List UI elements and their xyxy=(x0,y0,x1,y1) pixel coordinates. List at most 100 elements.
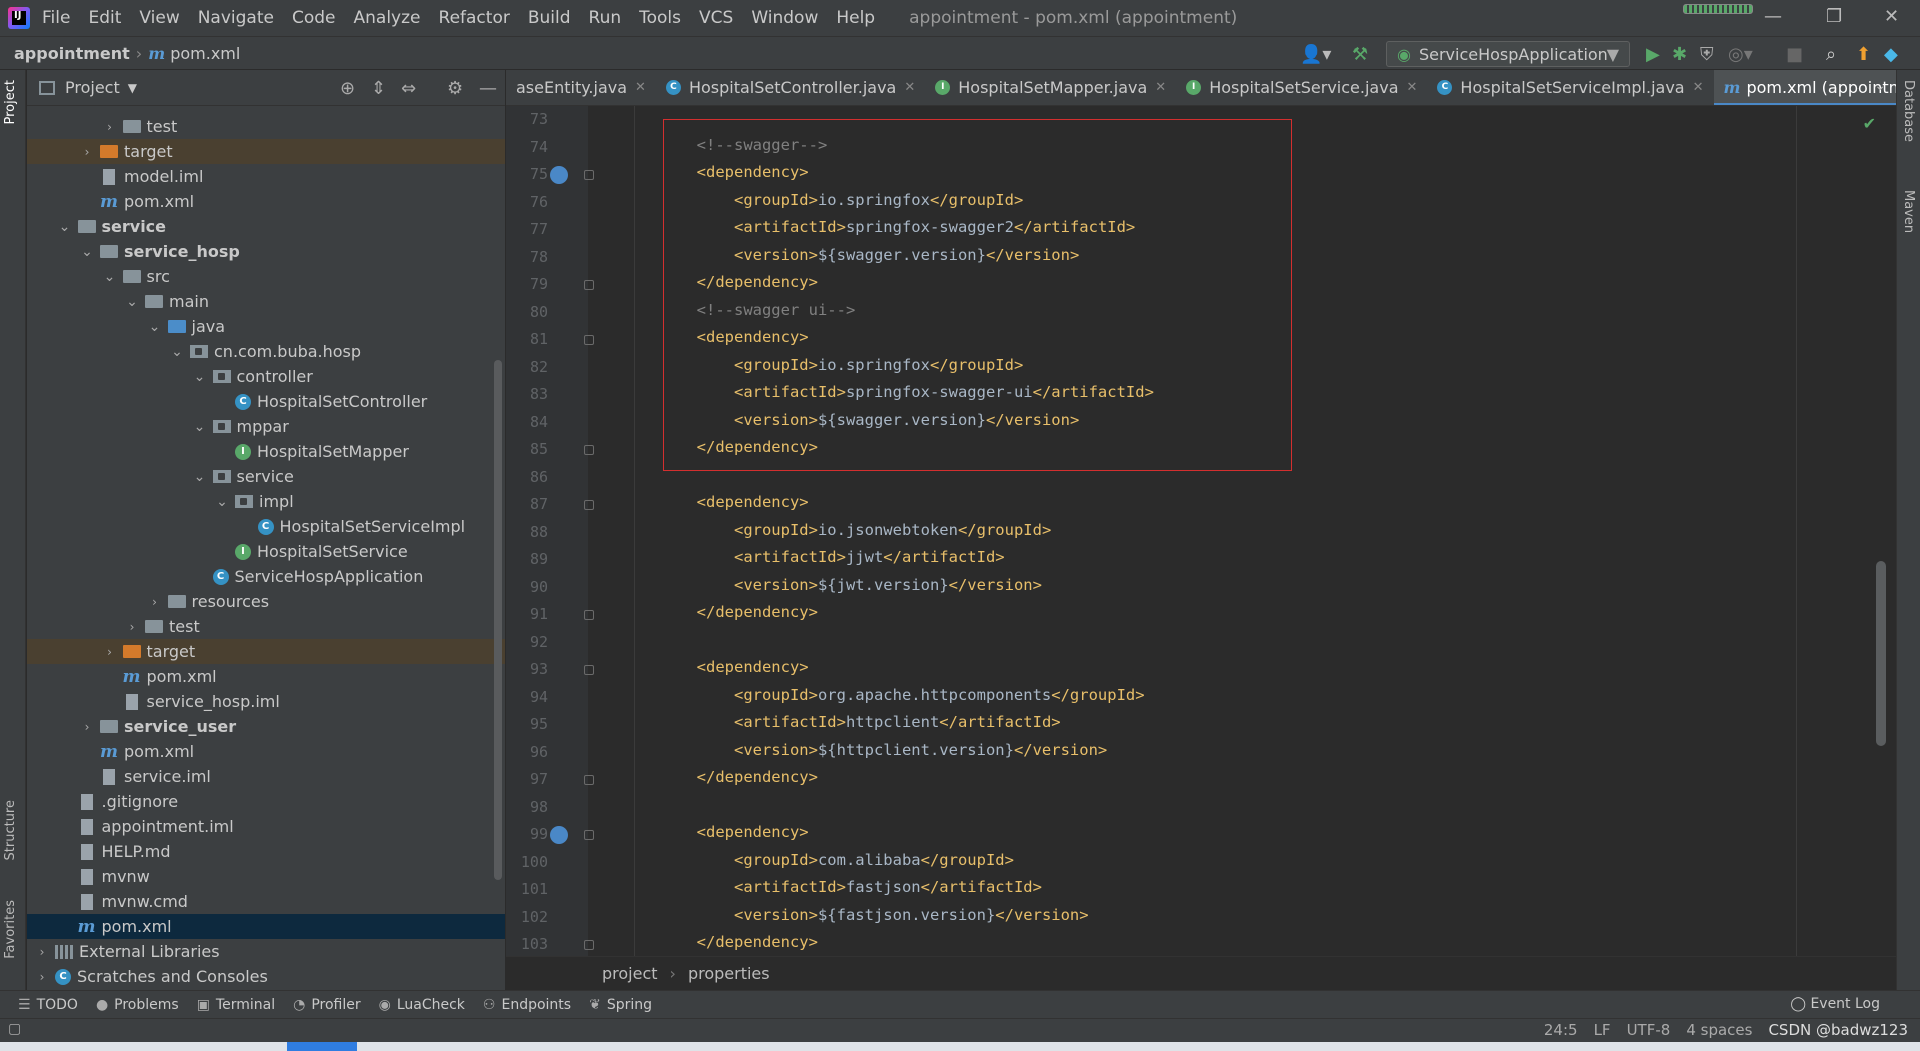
stop-icon[interactable]: ■ xyxy=(1786,44,1803,65)
database-tool-tab[interactable]: Database xyxy=(1901,80,1916,142)
menu-file[interactable]: File xyxy=(42,8,70,28)
code-line[interactable]: <artifactId>jjwt</artifactId> xyxy=(622,548,1005,566)
fold-marker-icon[interactable] xyxy=(584,445,594,455)
editor-tab[interactable]: C HospitalSetServiceImpl.java ✕ xyxy=(1427,70,1713,105)
tree-item[interactable]: C ServiceHospApplication xyxy=(27,564,505,589)
chevron-down-icon[interactable]: ⌄ xyxy=(58,219,72,235)
code-line[interactable]: <artifactId>httpclient</artifactId> xyxy=(622,713,1061,731)
tree-item[interactable]: ⌄ controller xyxy=(27,364,505,389)
taskbar-active-app[interactable] xyxy=(287,1042,357,1051)
dependency-gutter-icon[interactable] xyxy=(550,826,568,844)
tool-window-problems[interactable]: ● Problems xyxy=(96,997,179,1013)
fold-marker-icon[interactable] xyxy=(584,940,594,950)
tree-item[interactable]: .gitignore xyxy=(27,789,505,814)
code-line[interactable]: <groupId>io.jsonwebtoken</groupId> xyxy=(622,521,1051,539)
editor-tab[interactable]: I HospitalSetService.java ✕ xyxy=(1176,70,1427,105)
tree-item[interactable]: › C Scratches and Consoles xyxy=(27,964,505,989)
tree-item[interactable]: ⌄ service xyxy=(27,214,505,239)
tree-item[interactable]: ⌄ src xyxy=(27,264,505,289)
tree-item[interactable]: ⌄ service_hosp xyxy=(27,239,505,264)
collapse-all-icon[interactable]: ⇔ xyxy=(401,78,416,99)
code-line[interactable]: <dependency> xyxy=(622,823,809,841)
tool-window-luacheck[interactable]: ◉ LuaCheck xyxy=(379,997,465,1013)
tree-item[interactable]: m pom.xml xyxy=(27,914,505,939)
code-line[interactable]: <dependency> xyxy=(622,658,809,676)
menu-vcs[interactable]: VCS xyxy=(699,8,733,28)
tool-window-spring[interactable]: ❦ Spring xyxy=(589,997,652,1013)
tree-item[interactable]: ⌄ impl xyxy=(27,489,505,514)
tab-list-chevron-icon[interactable]: ⌄ xyxy=(1874,78,1886,94)
dependency-gutter-icon[interactable] xyxy=(550,166,568,184)
code-line[interactable]: </dependency> xyxy=(622,603,818,621)
menu-refactor[interactable]: Refactor xyxy=(439,8,510,28)
chevron-down-icon[interactable]: ⌄ xyxy=(103,269,117,285)
chevron-down-icon[interactable]: ⌄ xyxy=(125,294,139,310)
menu-view[interactable]: View xyxy=(139,8,179,28)
chevron-right-icon[interactable]: › xyxy=(35,945,49,959)
run-icon[interactable]: ▶ xyxy=(1646,44,1660,65)
tree-item[interactable]: › target xyxy=(27,639,505,664)
chevron-right-icon[interactable]: › xyxy=(103,645,117,659)
chevron-down-icon[interactable]: ⌄ xyxy=(215,494,229,510)
tree-item[interactable]: ⌄ service xyxy=(27,464,505,489)
tree-item[interactable]: › test xyxy=(27,614,505,639)
tree-item[interactable]: m pom.xml xyxy=(27,664,505,689)
tree-scrollbar[interactable] xyxy=(494,360,502,880)
close-tab-icon[interactable]: ✕ xyxy=(635,80,646,95)
run-configuration-select[interactable]: ◉ ServiceHospApplication ▼ xyxy=(1386,41,1630,67)
tree-item[interactable]: ⌄ mppar xyxy=(27,414,505,439)
close-tab-icon[interactable]: ✕ xyxy=(1407,80,1418,95)
chevron-right-icon[interactable]: › xyxy=(125,620,139,634)
tree-item[interactable]: model.iml xyxy=(27,164,505,189)
tree-item[interactable]: › service_user xyxy=(27,714,505,739)
tree-item[interactable]: I HospitalSetMapper xyxy=(27,439,505,464)
breadcrumb-project[interactable]: appointment xyxy=(14,44,130,63)
expand-all-icon[interactable]: ⇕ xyxy=(371,78,386,99)
tree-item[interactable]: ⌄ cn.com.buba.hosp xyxy=(27,339,505,364)
tool-window-terminal[interactable]: ▣ Terminal xyxy=(197,997,275,1013)
tree-item[interactable]: ⌄ main xyxy=(27,289,505,314)
coverage-icon[interactable]: ⛨ xyxy=(1700,44,1714,65)
memory-indicator[interactable] xyxy=(1683,4,1753,14)
project-view-select[interactable]: Project xyxy=(65,78,120,97)
tree-item[interactable]: I HospitalSetService xyxy=(27,539,505,564)
indent-setting[interactable]: 4 spaces xyxy=(1686,1021,1752,1039)
chevron-right-icon[interactable]: › xyxy=(80,720,94,734)
chevron-down-icon[interactable]: ⌄ xyxy=(170,344,184,360)
editor-tab[interactable]: mpom.xml (appointment)✕ xyxy=(1713,70,1896,105)
search-icon[interactable]: ⌕ xyxy=(1826,44,1836,65)
chevron-down-icon[interactable]: ⌄ xyxy=(80,244,94,260)
menu-tools[interactable]: Tools xyxy=(639,8,681,28)
tree-item[interactable]: HELP.md xyxy=(27,839,505,864)
fold-marker-icon[interactable] xyxy=(584,335,594,345)
tool-window-todo[interactable]: ☰ TODO xyxy=(18,997,78,1013)
tree-item[interactable]: appointment.iml xyxy=(27,814,505,839)
chevron-down-icon[interactable]: ⌄ xyxy=(193,419,207,435)
locate-file-icon[interactable]: ⊕ xyxy=(340,78,355,99)
menu-help[interactable]: Help xyxy=(836,8,875,28)
menu-edit[interactable]: Edit xyxy=(88,8,121,28)
fold-marker-icon[interactable] xyxy=(584,775,594,785)
menu-analyze[interactable]: Analyze xyxy=(354,8,421,28)
tool-window-profiler[interactable]: ◔ Profiler xyxy=(293,997,361,1013)
chevron-down-icon[interactable]: ⌄ xyxy=(193,369,207,385)
fold-marker-icon[interactable] xyxy=(584,665,594,675)
toolbox-icon[interactable]: ◆ xyxy=(1884,44,1898,65)
menu-code[interactable]: Code xyxy=(292,8,336,28)
chevron-right-icon[interactable]: › xyxy=(35,970,49,984)
editor-scrollbar[interactable] xyxy=(1876,561,1886,746)
fold-marker-icon[interactable] xyxy=(584,280,594,290)
code-line[interactable]: <artifactId>fastjson</artifactId> xyxy=(622,878,1042,896)
settings-gear-icon[interactable]: ⚙ xyxy=(447,78,463,99)
profile-icon[interactable]: ◎▾ xyxy=(1728,44,1753,65)
fold-marker-icon[interactable] xyxy=(584,500,594,510)
chevron-right-icon[interactable]: › xyxy=(148,595,162,609)
code-line[interactable]: <version>${fastjson.version}</version> xyxy=(622,906,1089,924)
debug-icon[interactable]: ✱ xyxy=(1672,44,1687,65)
close-tab-icon[interactable]: ✕ xyxy=(904,80,915,95)
hide-panel-icon[interactable]: — xyxy=(479,78,497,99)
tree-item[interactable]: service_hosp.iml xyxy=(27,689,505,714)
tree-item[interactable]: service.iml xyxy=(27,764,505,789)
close-tab-icon[interactable]: ✕ xyxy=(1155,80,1166,95)
no-problems-check-icon[interactable]: ✔ xyxy=(1863,114,1876,133)
